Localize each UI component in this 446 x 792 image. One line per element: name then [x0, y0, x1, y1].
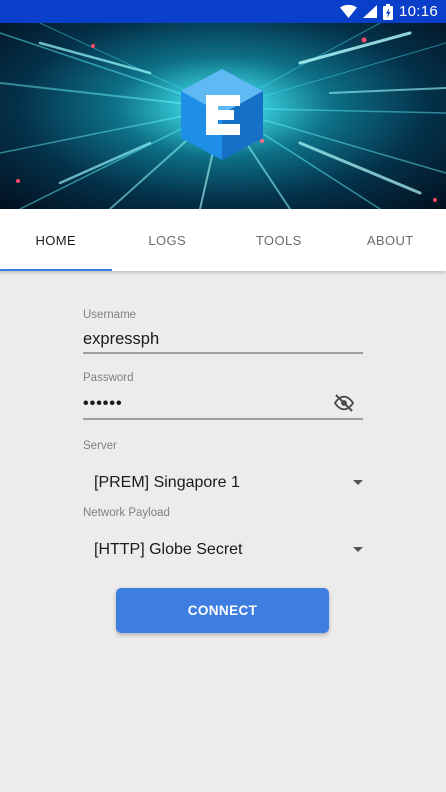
username-label: Username	[83, 309, 137, 321]
connect-button[interactable]: CONNECT	[116, 588, 329, 633]
password-label: Password	[83, 372, 134, 384]
status-time: 10:16	[398, 3, 438, 20]
tab-home[interactable]: HOME	[0, 209, 112, 271]
tab-logs[interactable]: LOGS	[112, 209, 224, 271]
banner-artwork	[0, 23, 446, 209]
payload-select[interactable]: [HTTP] Globe Secret	[83, 533, 368, 567]
dropdown-arrow-icon	[353, 480, 363, 485]
eye-off-icon[interactable]	[333, 394, 355, 412]
signal-icon	[362, 5, 377, 18]
server-selected-value: [PREM] Singapore 1	[94, 474, 240, 491]
wifi-icon	[339, 5, 357, 18]
status-icons: 10:16	[339, 0, 438, 23]
app-logo	[181, 69, 263, 160]
header-banner	[0, 23, 446, 209]
payload-selected-value: [HTTP] Globe Secret	[94, 541, 243, 558]
battery-icon	[382, 3, 393, 20]
tab-bar: HOME LOGS TOOLS ABOUT	[0, 209, 446, 271]
status-bar: 10:16	[0, 0, 446, 23]
payload-label: Network Payload	[83, 507, 170, 519]
username-field[interactable]: expressph	[83, 330, 159, 349]
password-field[interactable]: ••••••	[83, 395, 123, 413]
tab-tools[interactable]: TOOLS	[223, 209, 335, 271]
tab-about[interactable]: ABOUT	[335, 209, 446, 271]
username-underline	[83, 352, 363, 354]
server-select[interactable]: [PREM] Singapore 1	[83, 466, 368, 500]
server-label: Server	[83, 440, 117, 452]
password-underline	[83, 418, 363, 420]
dropdown-arrow-icon	[353, 547, 363, 552]
